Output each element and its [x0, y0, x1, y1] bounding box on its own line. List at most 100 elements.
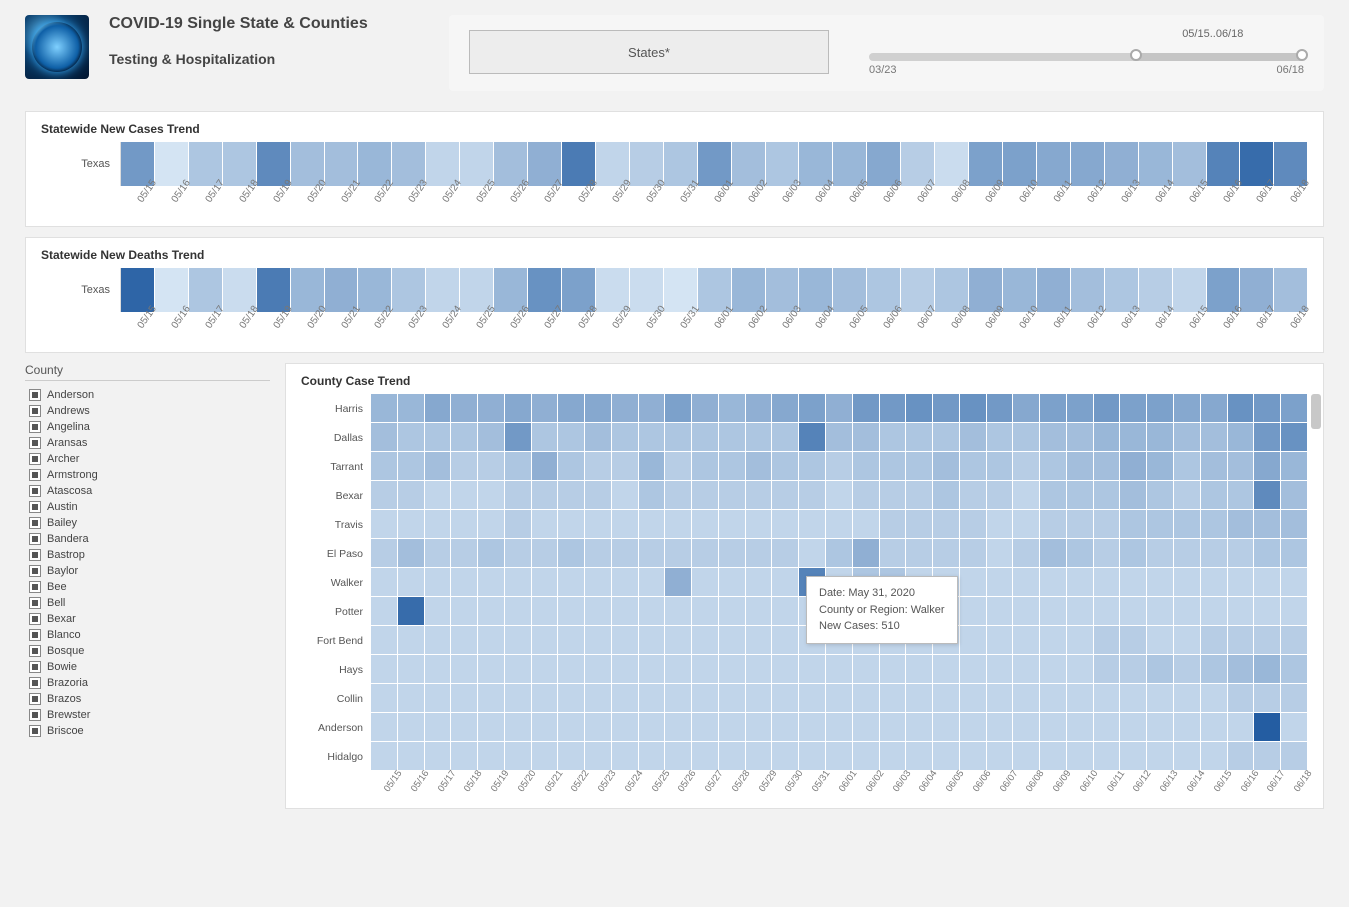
heatmap-cell[interactable] [425, 742, 452, 771]
heatmap-cell[interactable] [719, 423, 746, 452]
heatmap-cell[interactable] [987, 684, 1014, 713]
county-row-cells[interactable] [371, 655, 1308, 684]
heatmap-cell[interactable] [478, 742, 505, 771]
heatmap-cell[interactable] [371, 626, 398, 655]
heatmap-cell[interactable] [371, 423, 398, 452]
checkbox-icon[interactable] [29, 389, 41, 401]
heatmap-cell[interactable] [505, 568, 532, 597]
heatmap-cell[interactable] [612, 452, 639, 481]
heatmap-cell[interactable] [1281, 742, 1308, 771]
county-filter-item[interactable]: Bastrop [25, 547, 270, 563]
checkbox-icon[interactable] [29, 581, 41, 593]
heatmap-cell[interactable] [772, 742, 799, 771]
heatmap-cell[interactable] [1094, 394, 1121, 423]
heatmap-cell[interactable] [451, 742, 478, 771]
heatmap-cell[interactable] [585, 713, 612, 742]
heatmap-cell[interactable] [853, 510, 880, 539]
heatmap-cell[interactable] [505, 452, 532, 481]
checkbox-icon[interactable] [29, 405, 41, 417]
heatmap-cell[interactable] [1254, 626, 1281, 655]
heatmap-cell[interactable] [1254, 394, 1281, 423]
heatmap-cell[interactable] [1120, 452, 1147, 481]
heatmap-cell[interactable] [987, 742, 1014, 771]
heatmap-cell[interactable] [692, 626, 719, 655]
heatmap-cell[interactable] [612, 742, 639, 771]
heatmap-cell[interactable] [719, 568, 746, 597]
checkbox-icon[interactable] [29, 533, 41, 545]
heatmap-cell[interactable] [451, 394, 478, 423]
heatmap-cell[interactable] [1201, 626, 1228, 655]
heatmap-cell[interactable] [746, 626, 773, 655]
slider-handle-end[interactable] [1296, 49, 1308, 61]
heatmap-cell[interactable] [1013, 452, 1040, 481]
heatmap-cell[interactable] [1254, 539, 1281, 568]
heatmap-cell[interactable] [1281, 568, 1308, 597]
heatmap-cell[interactable] [772, 713, 799, 742]
heatmap-cell[interactable] [639, 742, 666, 771]
heatmap-cell[interactable] [585, 452, 612, 481]
heatmap-cell[interactable] [933, 510, 960, 539]
heatmap-cell[interactable] [853, 713, 880, 742]
county-filter-item[interactable]: Andrews [25, 403, 270, 419]
county-row-cells[interactable] [371, 452, 1308, 481]
heatmap-cell[interactable] [1281, 597, 1308, 626]
heatmap-cell[interactable] [826, 539, 853, 568]
heatmap-cell[interactable] [398, 655, 425, 684]
heatmap-cell[interactable] [478, 394, 505, 423]
heatmap-cell[interactable] [1254, 423, 1281, 452]
heatmap-cell[interactable] [746, 539, 773, 568]
heatmap-cell[interactable] [612, 394, 639, 423]
heatmap-cell[interactable] [880, 510, 907, 539]
heatmap-cell[interactable] [585, 626, 612, 655]
heatmap-cell[interactable] [612, 423, 639, 452]
heatmap-cell[interactable] [960, 452, 987, 481]
heatmap-cell[interactable] [772, 452, 799, 481]
heatmap-cell[interactable] [558, 394, 585, 423]
heatmap-cell[interactable] [853, 684, 880, 713]
heatmap-cell[interactable] [1120, 423, 1147, 452]
heatmap-cell[interactable] [1254, 452, 1281, 481]
county-filter-item[interactable]: Briscoe [25, 723, 270, 739]
heatmap-cell[interactable] [746, 481, 773, 510]
checkbox-icon[interactable] [29, 437, 41, 449]
heatmap-cell[interactable] [532, 452, 559, 481]
heatmap-cell[interactable] [1120, 684, 1147, 713]
heatmap-cell[interactable] [719, 481, 746, 510]
heatmap-cell[interactable] [371, 742, 398, 771]
county-filter-item[interactable]: Bexar [25, 611, 270, 627]
heatmap-cell[interactable] [1147, 423, 1174, 452]
heatmap-cell[interactable] [505, 713, 532, 742]
heatmap-cell[interactable] [398, 394, 425, 423]
heatmap-cell[interactable] [906, 742, 933, 771]
heatmap-cell[interactable] [853, 742, 880, 771]
heatmap-cell[interactable] [585, 423, 612, 452]
heatmap-cell[interactable] [1147, 684, 1174, 713]
heatmap-cell[interactable] [532, 713, 559, 742]
heatmap-cell[interactable] [1147, 394, 1174, 423]
heatmap-cell[interactable] [612, 539, 639, 568]
heatmap-cell[interactable] [1281, 481, 1308, 510]
heatmap-cell[interactable] [1228, 539, 1255, 568]
heatmap-cell[interactable] [1281, 684, 1308, 713]
heatmap-cell[interactable] [1040, 539, 1067, 568]
checkbox-icon[interactable] [29, 421, 41, 433]
heatmap-cell[interactable] [451, 597, 478, 626]
county-row-cells[interactable] [371, 742, 1308, 771]
heatmap-cell[interactable] [558, 481, 585, 510]
heatmap-cell[interactable] [1013, 597, 1040, 626]
heatmap-cell[interactable] [478, 626, 505, 655]
heatmap-cell[interactable] [665, 655, 692, 684]
heatmap-cell[interactable] [1094, 713, 1121, 742]
heatmap-cell[interactable] [1174, 539, 1201, 568]
heatmap-cell[interactable] [639, 452, 666, 481]
heatmap-cell[interactable] [1228, 423, 1255, 452]
date-range-slider[interactable]: 05/15..06/18 03/23 06/18 [869, 30, 1304, 76]
heatmap-cell[interactable] [425, 597, 452, 626]
heatmap-cell[interactable] [1067, 713, 1094, 742]
heatmap-cell[interactable] [425, 539, 452, 568]
heatmap-cell[interactable] [772, 510, 799, 539]
heatmap-cell[interactable] [478, 539, 505, 568]
heatmap-cell[interactable] [505, 742, 532, 771]
heatmap-cell[interactable] [719, 510, 746, 539]
heatmap-cell[interactable] [799, 684, 826, 713]
